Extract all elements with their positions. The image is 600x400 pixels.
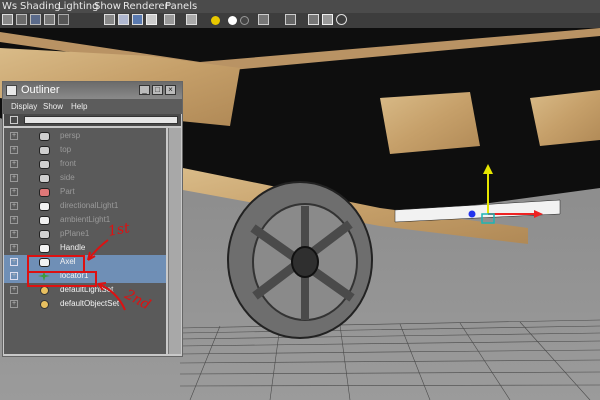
annotation-box-axel — [27, 255, 85, 273]
annotation-box-locator — [27, 271, 97, 287]
annotation-arrow-first — [87, 239, 109, 261]
annotation-layer — [27, 239, 126, 311]
